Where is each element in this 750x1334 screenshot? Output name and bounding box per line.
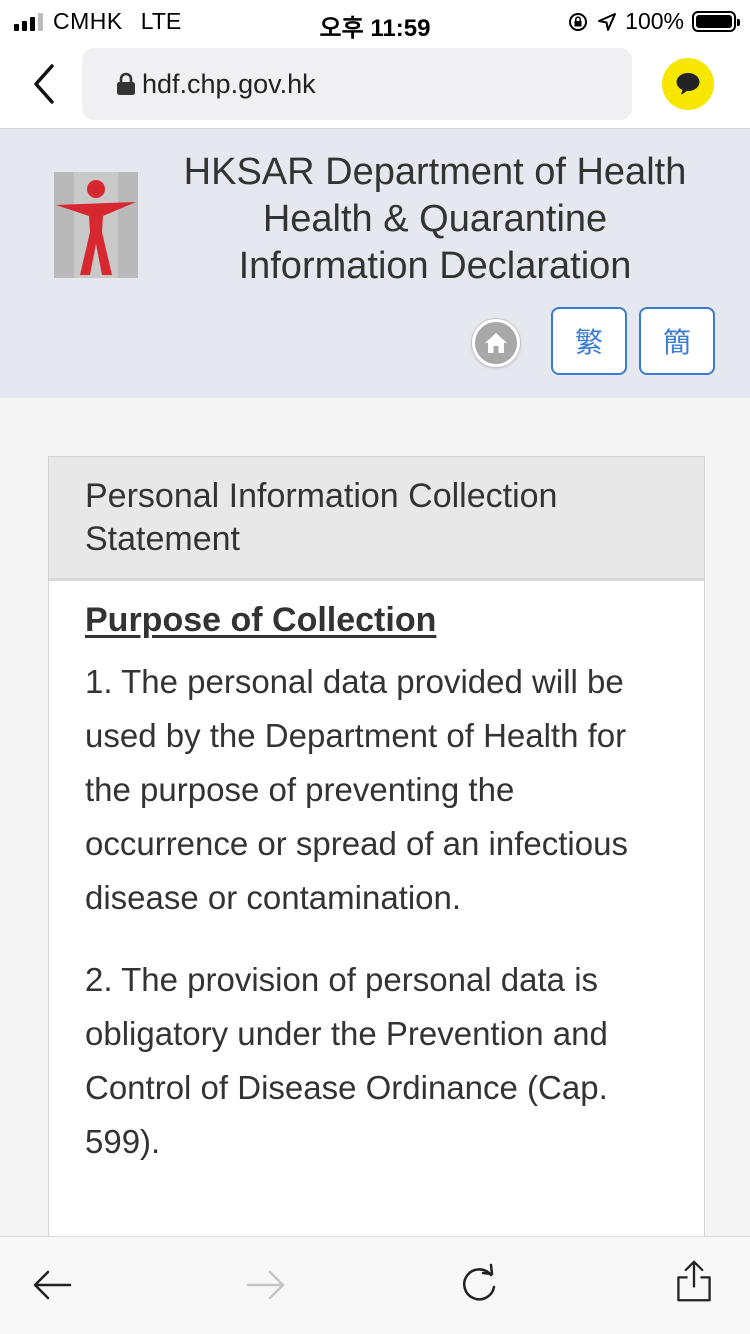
arrow-left-icon[interactable] bbox=[30, 1263, 74, 1307]
paragraph-1: 1. The personal data provided will be us… bbox=[85, 663, 628, 916]
panel-body: Purpose of Collection 1. The personal da… bbox=[49, 581, 704, 1169]
department-of-health-logo bbox=[54, 172, 138, 278]
simplified-chinese-button[interactable]: 簡 bbox=[639, 307, 715, 375]
chevron-left-icon[interactable] bbox=[28, 62, 62, 106]
traditional-chinese-button[interactable]: 繁 bbox=[551, 307, 627, 375]
share-icon[interactable] bbox=[672, 1259, 716, 1303]
arrow-right-icon[interactable] bbox=[244, 1263, 288, 1307]
home-icon bbox=[485, 333, 507, 353]
url-text: hdf.chp.gov.hk bbox=[142, 68, 316, 99]
section-title: Purpose of Collection bbox=[85, 601, 437, 639]
page-title: HKSAR Department of Health Health & Quar… bbox=[150, 149, 720, 290]
title-line-3: Information Declaration bbox=[238, 245, 632, 287]
site-header: HKSAR Department of Health Health & Quar… bbox=[0, 128, 750, 398]
chat-bubble-icon bbox=[676, 73, 700, 95]
browser-address-bar: hdf.chp.gov.hk bbox=[0, 42, 750, 128]
status-right: 100% bbox=[567, 8, 740, 35]
title-line-1: HKSAR Department of Health bbox=[183, 151, 687, 193]
paragraph-2: 2. The provision of personal data is obl… bbox=[85, 961, 608, 1160]
panel-heading: Personal Information Collection Statemen… bbox=[49, 457, 704, 581]
panel-heading-line-2: Statement bbox=[85, 520, 240, 558]
reload-icon[interactable] bbox=[457, 1263, 501, 1307]
title-line-2: Health & Quarantine bbox=[262, 198, 608, 240]
url-field[interactable]: hdf.chp.gov.hk bbox=[82, 48, 632, 120]
home-button[interactable] bbox=[472, 319, 520, 367]
chat-button[interactable] bbox=[662, 58, 714, 110]
lock-icon bbox=[117, 72, 135, 95]
panel-heading-line-1: Personal Information Collection bbox=[85, 477, 558, 515]
battery-icon bbox=[692, 11, 740, 32]
main-content: Personal Information Collection Statemen… bbox=[0, 398, 750, 1256]
status-bar: CMHK LTE 오후 11:59 100% bbox=[0, 0, 750, 42]
orientation-lock-icon bbox=[569, 12, 588, 31]
battery-percentage: 100% bbox=[625, 8, 684, 34]
location-arrow-icon bbox=[598, 12, 617, 31]
browser-toolbar bbox=[0, 1236, 750, 1334]
statement-panel: Personal Information Collection Statemen… bbox=[48, 456, 705, 1256]
